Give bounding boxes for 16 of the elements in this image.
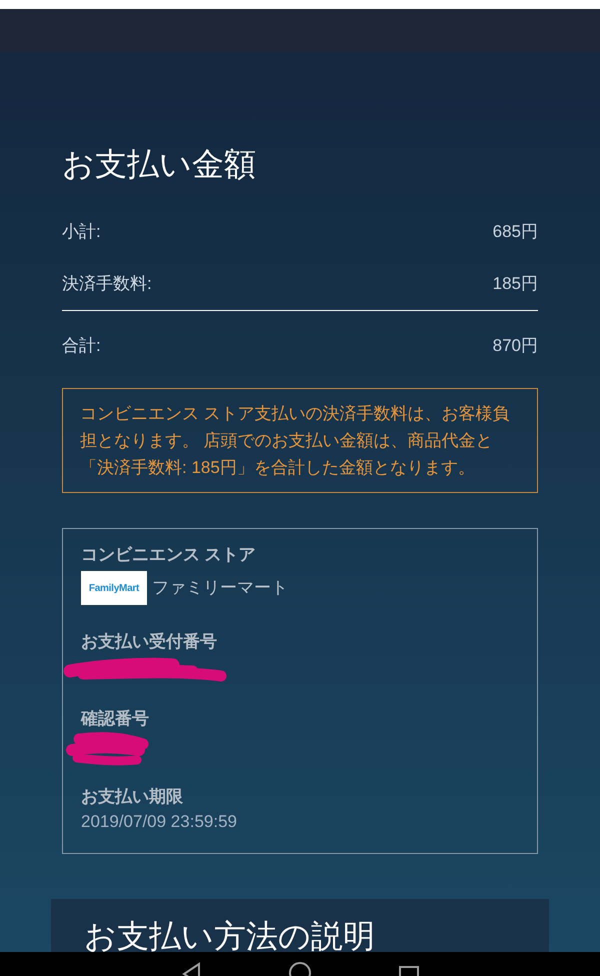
instructions-title: お支払い方法の説明 (84, 920, 376, 952)
deadline-value: 2019/07/09 23:59:59 (81, 811, 238, 833)
field-label: お支払い受付番号 (81, 631, 218, 653)
field-label: お支払い期限 (81, 786, 184, 808)
payment-amount-title: お支払い金額 (62, 145, 257, 183)
fee-notice-text: コンビニエンス ストア支払いの決済手数料は、お客様負担となります。 店頭でのお支払い金額は、商品代金と「決済手数料: 185円」を合計した金額となります。 (80, 403, 511, 479)
amount-value: 685円 (492, 221, 538, 244)
store-label: コンビニエンス ストア (81, 544, 257, 566)
amount-label: 小計: (62, 221, 101, 244)
total-value: 870円 (492, 335, 538, 358)
amount-value: 185円 (492, 273, 538, 296)
total-label: 合計: (62, 335, 101, 358)
amount-label: 決済手数料: (62, 273, 152, 296)
store-logo: FamilyMart (81, 571, 147, 605)
store-name: ファミリーマート (152, 577, 288, 600)
field-label: 確認番号 (81, 708, 150, 730)
